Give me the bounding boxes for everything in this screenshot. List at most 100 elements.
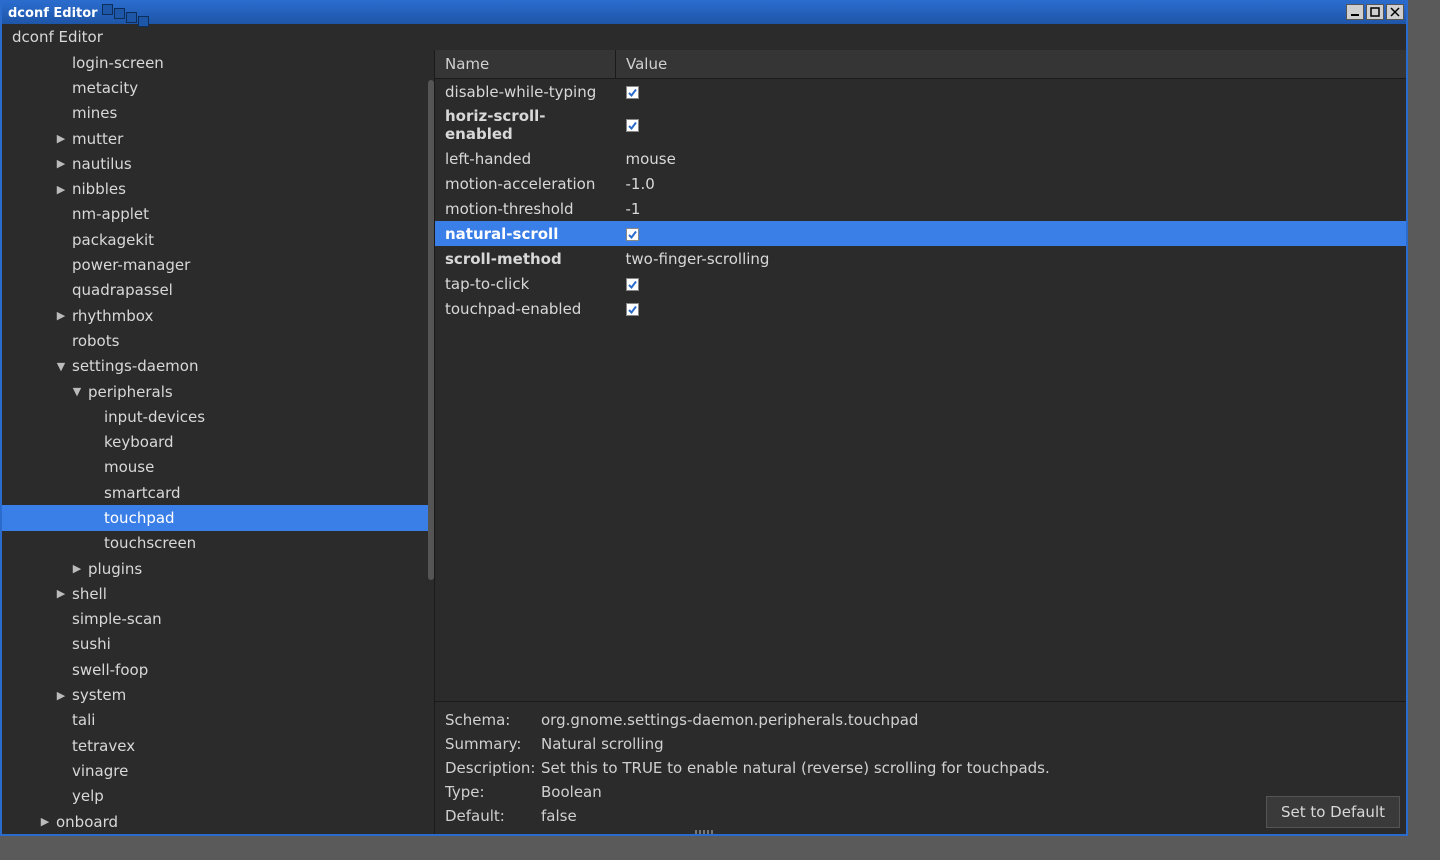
tree-item-label: robots — [72, 332, 119, 350]
table-row[interactable]: tap-to-click — [435, 271, 1406, 296]
tree-item[interactable]: ▶quadrapassel — [2, 278, 434, 303]
table-row[interactable]: motion-threshold-1 — [435, 196, 1406, 221]
tree-item-label: nautilus — [72, 155, 132, 173]
tree-item[interactable]: ▶ nautilus — [2, 151, 434, 176]
column-header-value[interactable]: Value — [616, 50, 1407, 79]
sidebar: ▶login-screen▶metacity▶mines▶mutter▶naut… — [2, 50, 435, 834]
window-title: dconf Editor — [8, 6, 98, 21]
table-row[interactable]: touchpad-enabled — [435, 296, 1406, 321]
chevron-right-icon[interactable]: ▶ — [54, 183, 68, 196]
chevron-right-icon[interactable]: ▶ — [54, 587, 68, 600]
table-row[interactable]: natural-scroll — [435, 221, 1406, 246]
tree-item[interactable]: ▶power-manager — [2, 252, 434, 277]
tree-item-label: sushi — [72, 635, 111, 653]
tree-item[interactable]: ▼ settings-daemon — [2, 354, 434, 379]
maximize-button[interactable] — [1366, 4, 1384, 20]
tree-item[interactable]: ▶vinagre — [2, 758, 434, 783]
tree-item[interactable]: ▶nm-applet — [2, 202, 434, 227]
tree-item-label: swell-foop — [72, 661, 148, 679]
key-value[interactable] — [616, 221, 1407, 246]
checkbox[interactable] — [626, 303, 639, 316]
detail-type-row: Type: Boolean — [445, 780, 1396, 804]
table-row[interactable]: left-handedmouse — [435, 146, 1406, 171]
key-value[interactable]: -1.0 — [616, 171, 1407, 196]
close-button[interactable] — [1386, 4, 1404, 20]
key-name: motion-threshold — [435, 196, 616, 221]
chevron-down-icon[interactable]: ▼ — [54, 360, 68, 373]
detail-summary-value: Natural scrolling — [541, 735, 664, 753]
tree-item[interactable]: ▶metacity — [2, 75, 434, 100]
checkbox[interactable] — [626, 86, 639, 99]
tree-item[interactable]: ▶login-screen — [2, 50, 434, 75]
titlebar[interactable]: dconf Editor — [2, 2, 1406, 24]
main-panel: Name Value disable-while-typinghoriz-scr… — [435, 50, 1406, 834]
checkbox[interactable] — [626, 228, 639, 241]
key-value[interactable]: two-finger-scrolling — [616, 246, 1407, 271]
table-row[interactable]: horiz-scroll-enabled — [435, 104, 1406, 146]
tree-item-label: vinagre — [72, 762, 128, 780]
tree-item[interactable]: ▶swell-foop — [2, 657, 434, 682]
tree-item[interactable]: ▶tetravex — [2, 733, 434, 758]
tree-item[interactable]: ▶input-devices — [2, 404, 434, 429]
tree-item[interactable]: ▶yelp — [2, 784, 434, 809]
chevron-right-icon[interactable]: ▶ — [54, 132, 68, 145]
detail-schema-row: Schema: org.gnome.settings-daemon.periph… — [445, 708, 1396, 732]
tree-item[interactable]: ▶mutter — [2, 126, 434, 151]
chevron-right-icon[interactable]: ▶ — [54, 689, 68, 702]
checkbox[interactable] — [626, 119, 639, 132]
tree-item[interactable]: ▶sushi — [2, 632, 434, 657]
tree-item-label: metacity — [72, 79, 138, 97]
table-header-row: Name Value — [435, 50, 1406, 79]
tree-item[interactable]: ▶system — [2, 682, 434, 707]
tree-item[interactable]: ▶touchpad — [2, 505, 434, 530]
schema-tree[interactable]: ▶login-screen▶metacity▶mines▶mutter▶naut… — [2, 50, 434, 834]
key-value[interactable] — [616, 296, 1407, 321]
detail-default-label: Default: — [445, 807, 541, 825]
tree-item[interactable]: ▶plugins — [2, 556, 434, 581]
tree-item[interactable]: ▶touchscreen — [2, 531, 434, 556]
tree-item[interactable]: ▶ rhythmbox — [2, 303, 434, 328]
detail-panel: Schema: org.gnome.settings-daemon.periph… — [435, 701, 1406, 834]
tree-item[interactable]: ▶onboard — [2, 809, 434, 834]
tree-item[interactable]: ▶mouse — [2, 455, 434, 480]
table-row[interactable]: motion-acceleration-1.0 — [435, 171, 1406, 196]
subheader-title: dconf Editor — [12, 28, 103, 46]
subheader: dconf Editor — [2, 24, 1406, 50]
table-row[interactable]: scroll-methodtwo-finger-scrolling — [435, 246, 1406, 271]
tree-item[interactable]: ▶mines — [2, 101, 434, 126]
tree-item-label: nibbles — [72, 180, 126, 198]
chevron-right-icon[interactable]: ▶ — [54, 157, 68, 170]
chevron-down-icon[interactable]: ▼ — [70, 385, 84, 398]
chevron-right-icon[interactable]: ▶ — [70, 562, 84, 575]
minimize-button[interactable] — [1346, 4, 1364, 20]
key-name: touchpad-enabled — [435, 296, 616, 321]
table-row[interactable]: disable-while-typing — [435, 79, 1406, 105]
tree-item-label: input-devices — [104, 408, 205, 426]
key-value[interactable]: mouse — [616, 146, 1407, 171]
tree-item[interactable]: ▶ nibbles — [2, 176, 434, 201]
tree-item[interactable]: ▶tali — [2, 708, 434, 733]
column-header-name[interactable]: Name — [435, 50, 616, 79]
checkbox[interactable] — [626, 278, 639, 291]
sidebar-scrollbar[interactable] — [428, 80, 434, 580]
tree-item-label: rhythmbox — [72, 307, 153, 325]
tree-item[interactable]: ▶smartcard — [2, 480, 434, 505]
app-window: dconf Editor dconf Editor ▶login-screen▶… — [0, 0, 1408, 836]
resize-handle[interactable] — [689, 828, 719, 834]
chevron-right-icon[interactable]: ▶ — [54, 309, 68, 322]
key-value[interactable]: -1 — [616, 196, 1407, 221]
key-value[interactable] — [616, 271, 1407, 296]
tree-item[interactable]: ▶robots — [2, 328, 434, 353]
set-to-default-button[interactable]: Set to Default — [1266, 796, 1400, 828]
tree-item[interactable]: ▶simple-scan — [2, 607, 434, 632]
tree-item[interactable]: ▶shell — [2, 581, 434, 606]
chevron-right-icon[interactable]: ▶ — [38, 815, 52, 828]
key-value[interactable] — [616, 79, 1407, 105]
key-name: horiz-scroll-enabled — [435, 104, 616, 146]
tree-item-label: settings-daemon — [72, 357, 198, 375]
tree-item[interactable]: ▶packagekit — [2, 227, 434, 252]
key-value[interactable] — [616, 104, 1407, 146]
key-name: tap-to-click — [435, 271, 616, 296]
tree-item[interactable]: ▼peripherals — [2, 379, 434, 404]
tree-item[interactable]: ▶keyboard — [2, 429, 434, 454]
